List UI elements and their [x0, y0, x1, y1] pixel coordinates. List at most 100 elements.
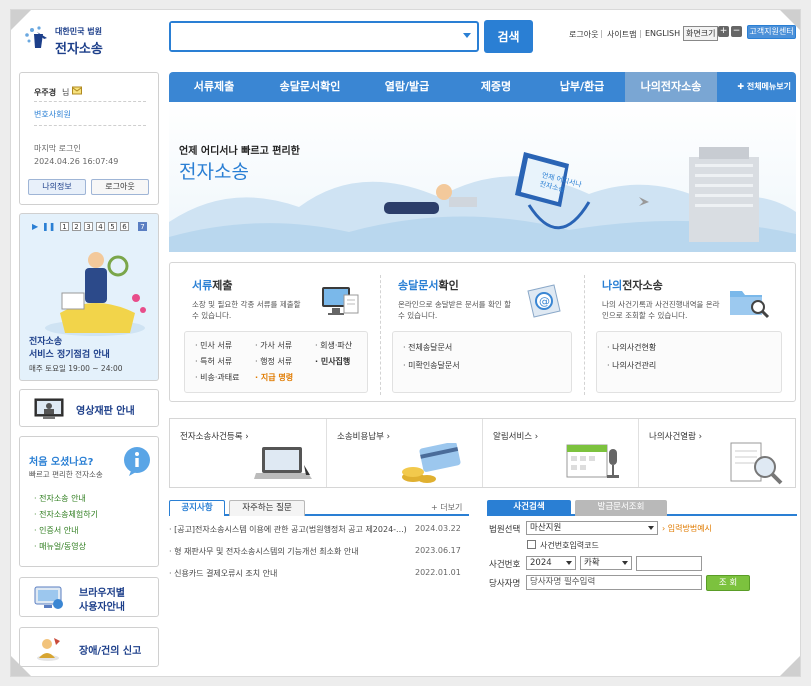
service-title-my-ecourt[interactable]: 나의전자소송 [602, 277, 663, 293]
service-link[interactable]: · 가사 서류 [255, 340, 292, 351]
case-search-button[interactable]: 조 회 [706, 575, 750, 591]
separator: | [639, 29, 642, 38]
first-visit-item[interactable]: · 전자소송 안내 [34, 493, 86, 504]
video-trial-link[interactable]: 영상재판 안내 [19, 389, 159, 427]
promo-page-4[interactable]: 4 [96, 222, 105, 231]
tab-case-search[interactable]: 사건검색 [487, 500, 571, 516]
search-input[interactable] [171, 23, 451, 50]
logout-button[interactable]: 로그아웃 [91, 179, 149, 195]
service-link[interactable]: · 지급 명령 [255, 372, 293, 383]
service-desc: 나의 사건기록과 사건진행내역을 온라인으로 조회할 수 있습니다. [602, 300, 720, 320]
help-center-button[interactable]: 고객지원센터 [747, 25, 796, 39]
services-panel: 서류제출 소장 및 필요한 각종 서류를 제출할 수 있습니다. · 민사 서류… [169, 262, 796, 402]
case-number-input[interactable] [636, 556, 702, 571]
party-name-input[interactable]: 당사자명 필수입력 [526, 575, 702, 590]
first-visit-subtitle: 빠르고 편리한 전자소송 [29, 470, 103, 479]
service-title-delivery[interactable]: 송달문서확인 [398, 277, 459, 293]
message-icon[interactable] [72, 86, 83, 96]
notice-date: 2023.06.17 [415, 546, 461, 555]
error-report-label: 장애/건의 신고 [79, 646, 142, 657]
search-button[interactable]: 검색 [484, 20, 533, 53]
promo-page-6[interactable]: 6 [120, 222, 129, 231]
document-magnifier-icon [730, 442, 783, 485]
quick-case-register[interactable]: 전자소송사건등록 › [170, 419, 327, 487]
chevron-down-icon [622, 561, 628, 565]
party-name-label: 당사자명 [489, 579, 521, 589]
tab-issued-doc[interactable]: 발급문서조회 [575, 500, 667, 516]
case-type-select[interactable]: 카확 [580, 556, 632, 570]
service-links-box: · 나의사건현황 · 나의사건관리 [596, 331, 782, 393]
promo-page-7[interactable]: 7 [138, 222, 147, 231]
zoom-out-button[interactable]: − [731, 26, 742, 37]
last-login-time: 2024.04.26 16:07:49 [34, 157, 119, 166]
service-link[interactable]: · 나의사건관리 [607, 360, 656, 371]
case-code-checkbox[interactable] [527, 540, 536, 549]
tab-faq[interactable]: 자주하는 질문 [229, 500, 305, 516]
sitemap-link[interactable]: 사이트맵 [607, 29, 636, 40]
service-link[interactable]: · 비송·과태료 [195, 372, 239, 383]
hero-banner: 언제 어디서나 전자소송 언제 어디서나 빠르고 편리한 전자소송 [169, 102, 796, 252]
service-link[interactable]: · 행정 서류 [255, 356, 292, 367]
last-login-label: 마지막 로그인 [34, 144, 81, 153]
service-link[interactable]: · 나의사건현황 [607, 342, 656, 353]
service-links-box: · 전체송달문서 · 미확인송달문서 [392, 331, 572, 393]
case-year-select[interactable]: 2024 [526, 556, 576, 570]
quick-fee-payment[interactable]: 소송비용납부 › [327, 419, 483, 487]
notice-more-link[interactable]: + 더보기 [431, 502, 462, 513]
notice-date: 2022.01.01 [415, 568, 461, 577]
hero-illustration-icon [169, 147, 796, 252]
nav-item-view-issue[interactable]: 열람/발급 [361, 72, 453, 102]
service-link[interactable]: · 민사 서류 [195, 340, 232, 351]
error-report-link[interactable]: 장애/건의 신고 [19, 627, 159, 667]
user-info-box: 우주경 님 변호사회원 마지막 로그인 2024.04.26 16:07:49 … [19, 72, 159, 205]
quick-case-view[interactable]: 나의사건열람 › [639, 419, 795, 487]
zoom-in-button[interactable]: + [718, 26, 729, 37]
first-visit-item[interactable]: · 전자소송체험하기 [34, 509, 98, 520]
browser-guide-line2: 사용자안내 [79, 602, 125, 613]
browser-guide-link[interactable]: 브라우저별 사용자안내 [19, 577, 159, 617]
promo-banner[interactable]: ▶ ❚❚ 1 2 3 4 5 6 7 전자소송 서비스 정기점검 안내 매주 토… [19, 213, 159, 381]
all-menu-link[interactable]: ✚ 전체메뉴보기 [737, 72, 791, 102]
play-icon[interactable]: ▶ [32, 222, 38, 231]
browser-monitor-icon [34, 586, 63, 609]
input-example-link[interactable]: › 입력방법예시 [662, 523, 712, 534]
video-trial-label: 영상재판 안내 [76, 406, 135, 417]
nav-item-my-ecourt[interactable]: 나의전자소송 [625, 72, 717, 102]
promo-page-1[interactable]: 1 [60, 222, 69, 231]
laptop-icon [254, 447, 312, 479]
promo-page-2[interactable]: 2 [72, 222, 81, 231]
my-info-button[interactable]: 나의정보 [28, 179, 86, 195]
quick-alert-service[interactable]: 알림서비스 › [483, 419, 639, 487]
lawyer-member-link[interactable]: 변호사회원 [34, 109, 71, 120]
english-link[interactable]: ENGLISH [645, 29, 680, 38]
service-link[interactable]: · 민사집행 [315, 356, 350, 367]
service-link[interactable]: · 특허 서류 [195, 356, 232, 367]
logout-link[interactable]: 로그아웃 [569, 29, 598, 40]
service-title-submit[interactable]: 서류제출 [192, 277, 233, 293]
service-link[interactable]: · 전체송달문서 [403, 342, 452, 353]
service-link[interactable]: · 미확인송달문서 [403, 360, 460, 371]
nav-item-certificate[interactable]: 제증명 [453, 72, 539, 102]
list-item[interactable]: · [공고]전자소송시스템 이용에 관한 공고(법원행정처 공고 제2024-.… [169, 524, 469, 538]
court-select[interactable]: 마산지원 [526, 521, 658, 535]
nav-item-service-check[interactable]: 송달문서확인 [259, 72, 361, 102]
nav-item-document-submit[interactable]: 서류제출 [169, 72, 259, 102]
service-desc: 소장 및 필요한 각종 서류를 제출할 수 있습니다. [192, 300, 301, 320]
notice-title: · [공고]전자소송시스템 이용에 관한 공고(법원행정처 공고 제2024-.… [169, 525, 407, 534]
site-logo[interactable]: 대한민국 법원 전자소송 [23, 20, 123, 58]
svg-text:@: @ [539, 295, 550, 308]
pause-icon[interactable]: ❚❚ [42, 222, 55, 231]
first-visit-item[interactable]: · 매뉴얼/동영상 [34, 541, 86, 552]
separator: | [600, 29, 603, 38]
promo-page-5[interactable]: 5 [108, 222, 117, 231]
divider [34, 101, 146, 102]
tab-notice[interactable]: 공지사항 [169, 500, 225, 516]
promo-page-3[interactable]: 3 [84, 222, 93, 231]
dropdown-arrow-icon[interactable] [463, 33, 471, 38]
list-item[interactable]: · 신용카드 결제오류시 조치 안내 2022.01.01 [169, 568, 469, 582]
first-visit-item[interactable]: · 인증서 안내 [34, 525, 78, 536]
list-item[interactable]: · 형 재판사무 및 전자소송시스템의 기능개선 최소화 안내 2023.06.… [169, 546, 469, 560]
email-at-icon: @ [527, 284, 561, 318]
nav-item-payment[interactable]: 납부/환급 [539, 72, 625, 102]
service-link[interactable]: · 회생·파산 [315, 340, 352, 351]
